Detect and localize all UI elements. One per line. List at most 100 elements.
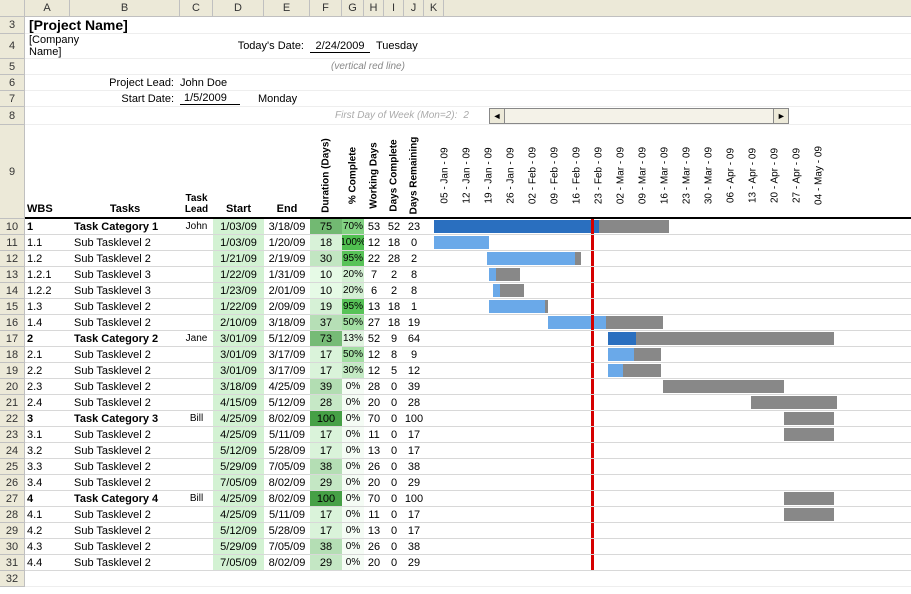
cell-end[interactable]: 7/05/09	[264, 539, 310, 555]
cell-start[interactable]: 5/29/09	[213, 539, 264, 555]
cell-working-days[interactable]: 12	[364, 235, 384, 251]
row-header[interactable]: 7	[0, 91, 25, 107]
col-start[interactable]: Start	[213, 203, 264, 217]
cell-wbs[interactable]: 4.3	[25, 539, 70, 555]
cell-working-days[interactable]: 26	[364, 459, 384, 475]
cell-working-days[interactable]: 6	[364, 283, 384, 299]
cell-duration[interactable]: 100	[310, 411, 342, 427]
cell-end[interactable]: 8/02/09	[264, 411, 310, 427]
row-header[interactable]: 27	[0, 491, 25, 507]
cell-start[interactable]: 1/23/09	[213, 283, 264, 299]
cell-end[interactable]: 3/17/09	[264, 347, 310, 363]
cell-task[interactable]: Sub Tasklevel 2	[70, 523, 180, 539]
cell-working-days[interactable]: 22	[364, 251, 384, 267]
cell-days-complete[interactable]: 0	[384, 459, 404, 475]
cell-pct-complete[interactable]: 0%	[342, 539, 364, 555]
column-header[interactable]: B	[70, 0, 180, 17]
project-lead-value[interactable]: John Doe	[180, 77, 227, 89]
cell-task[interactable]: Sub Tasklevel 2	[70, 555, 180, 571]
cell-days-remaining[interactable]: 100	[404, 411, 424, 427]
cell-pct-complete[interactable]: 0%	[342, 379, 364, 395]
cell-days-complete[interactable]: 52	[384, 219, 404, 235]
cell-days-remaining[interactable]: 17	[404, 427, 424, 443]
cell-task[interactable]: Sub Tasklevel 2	[70, 507, 180, 523]
col-days-complete[interactable]: Days Complete	[384, 123, 404, 217]
column-header[interactable]: H	[364, 0, 384, 17]
cell-pct-complete[interactable]: 13%	[342, 331, 364, 347]
row-header[interactable]: 9	[0, 125, 25, 219]
cell-days-complete[interactable]: 0	[384, 507, 404, 523]
cell-start[interactable]: 4/25/09	[213, 507, 264, 523]
cell-start[interactable]: 1/22/09	[213, 267, 264, 283]
cell-working-days[interactable]: 28	[364, 379, 384, 395]
cell-task[interactable]: Sub Tasklevel 2	[70, 235, 180, 251]
row-header[interactable]: 6	[0, 75, 25, 91]
row-header[interactable]: 31	[0, 555, 25, 571]
cell-task[interactable]: Sub Tasklevel 3	[70, 267, 180, 283]
column-header[interactable]: J	[404, 0, 424, 17]
row-header[interactable]: 12	[0, 251, 25, 267]
cell-days-remaining[interactable]: 2	[404, 251, 424, 267]
col-end[interactable]: End	[264, 203, 310, 217]
cell-working-days[interactable]: 53	[364, 219, 384, 235]
cell-end[interactable]: 5/28/09	[264, 443, 310, 459]
cell-days-complete[interactable]: 28	[384, 251, 404, 267]
cell-duration[interactable]: 19	[310, 299, 342, 315]
cell-days-complete[interactable]: 0	[384, 523, 404, 539]
cell-wbs[interactable]: 2	[25, 331, 70, 347]
cell-end[interactable]: 8/02/09	[264, 475, 310, 491]
column-header[interactable]: C	[180, 0, 213, 17]
cell-duration[interactable]: 73	[310, 331, 342, 347]
row-header[interactable]: 29	[0, 523, 25, 539]
cell-pct-complete[interactable]: 0%	[342, 443, 364, 459]
column-header[interactable]: A	[25, 0, 70, 17]
cell-duration[interactable]: 75	[310, 219, 342, 235]
cell-working-days[interactable]: 7	[364, 267, 384, 283]
cell-task[interactable]: Task Category 1	[70, 219, 180, 235]
cell-duration[interactable]: 17	[310, 363, 342, 379]
cell-task-lead[interactable]: Bill	[180, 411, 213, 427]
row-header[interactable]: 17	[0, 331, 25, 347]
cell-pct-complete[interactable]: 20%	[342, 283, 364, 299]
cell-days-remaining[interactable]: 17	[404, 507, 424, 523]
cell-working-days[interactable]: 70	[364, 411, 384, 427]
row-header[interactable]: 32	[0, 571, 25, 587]
cell-days-remaining[interactable]: 0	[404, 235, 424, 251]
cell-task[interactable]: Sub Tasklevel 2	[70, 395, 180, 411]
col-pct-complete[interactable]: % Complete	[342, 123, 364, 217]
cell-task-lead[interactable]: Jane	[180, 331, 213, 347]
row-header[interactable]: 22	[0, 411, 25, 427]
cell-task[interactable]: Task Category 2	[70, 331, 180, 347]
cell-working-days[interactable]: 27	[364, 315, 384, 331]
cell-days-complete[interactable]: 18	[384, 235, 404, 251]
column-header[interactable]: I	[384, 0, 404, 17]
row-header[interactable]: 21	[0, 395, 25, 411]
cell-task[interactable]: Task Category 3	[70, 411, 180, 427]
row-header[interactable]: 3	[0, 17, 25, 34]
row-header[interactable]: 16	[0, 315, 25, 331]
cell-duration[interactable]: 37	[310, 315, 342, 331]
cell-working-days[interactable]: 13	[364, 523, 384, 539]
cell-task[interactable]: Sub Tasklevel 2	[70, 475, 180, 491]
cell-days-remaining[interactable]: 64	[404, 331, 424, 347]
cell-end[interactable]: 5/12/09	[264, 395, 310, 411]
cell-task-lead[interactable]	[180, 251, 213, 267]
column-header[interactable]: K	[424, 0, 444, 17]
cell-task[interactable]: Sub Tasklevel 2	[70, 251, 180, 267]
cell-duration[interactable]: 29	[310, 475, 342, 491]
col-days-remaining[interactable]: Days Remaining	[404, 123, 424, 217]
cell-task-lead[interactable]	[180, 299, 213, 315]
row-header[interactable]: 10	[0, 219, 25, 235]
cell-duration[interactable]: 17	[310, 507, 342, 523]
column-header[interactable]: D	[213, 0, 264, 17]
cell-working-days[interactable]: 20	[364, 555, 384, 571]
cell-wbs[interactable]: 3.3	[25, 459, 70, 475]
cell-task[interactable]: Sub Tasklevel 2	[70, 379, 180, 395]
cell-start[interactable]: 5/12/09	[213, 523, 264, 539]
row-header[interactable]: 13	[0, 267, 25, 283]
cell-days-remaining[interactable]: 39	[404, 379, 424, 395]
cell-days-complete[interactable]: 0	[384, 555, 404, 571]
cell-duration[interactable]: 17	[310, 427, 342, 443]
cell-pct-complete[interactable]: 95%	[342, 251, 364, 267]
cell-task-lead[interactable]	[180, 395, 213, 411]
